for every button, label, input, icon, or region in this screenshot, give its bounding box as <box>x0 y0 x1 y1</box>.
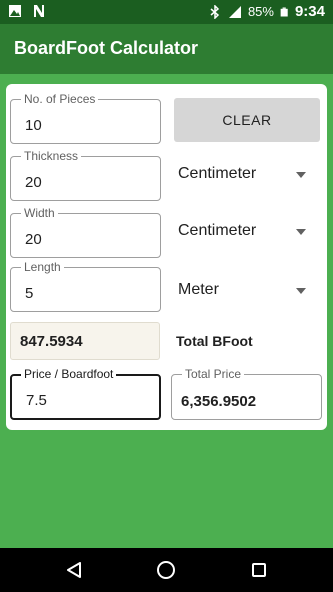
pieces-value: 10 <box>25 117 42 134</box>
thickness-unit-value: Centimeter <box>178 165 257 182</box>
clear-button[interactable]: CLEAR <box>174 98 320 142</box>
total-price-label: Total Price <box>182 367 245 381</box>
image-icon <box>9 5 21 17</box>
dropdown-arrow-icon <box>296 288 306 294</box>
total-bfoot-output: 847.5934 <box>10 322 160 360</box>
navigation-bar <box>0 548 333 592</box>
length-label: Length <box>21 260 64 274</box>
app-bar: BoardFoot Calculator <box>0 24 333 74</box>
total-price-field: Total Price 6,356.9502 <box>171 367 322 420</box>
bluetooth-icon <box>210 4 220 19</box>
width-field[interactable]: Width 20 <box>10 206 161 258</box>
status-bar: 85% 9:34 <box>0 0 333 24</box>
app-title: BoardFoot Calculator <box>14 38 199 58</box>
thickness-unit-select[interactable]: Centimeter <box>178 160 314 190</box>
home-icon[interactable] <box>157 561 175 579</box>
dropdown-arrow-icon <box>296 229 306 235</box>
back-icon[interactable] <box>66 562 82 578</box>
total-bfoot-label: Total BFoot <box>176 333 253 349</box>
price-label: Price / Boardfoot <box>21 367 117 381</box>
status-time: 9:34 <box>294 3 325 20</box>
recents-icon[interactable] <box>252 563 266 577</box>
battery-percent: 85% <box>247 4 274 19</box>
length-value: 5 <box>25 285 34 302</box>
n-notification-icon <box>34 5 44 17</box>
total-price-value: 6,356.9502 <box>181 393 257 410</box>
length-unit-value: Meter <box>178 281 219 298</box>
price-field[interactable]: Price / Boardfoot 7.5 <box>10 367 161 420</box>
length-field[interactable]: Length 5 <box>10 260 161 312</box>
total-bfoot-value: 847.5934 <box>20 333 83 350</box>
price-value: 7.5 <box>26 392 47 409</box>
width-unit-select[interactable]: Centimeter <box>178 217 314 247</box>
dropdown-arrow-icon <box>296 172 306 178</box>
length-unit-select[interactable]: Meter <box>178 276 314 306</box>
width-value: 20 <box>25 231 42 248</box>
pieces-field[interactable]: No. of Pieces 10 <box>10 92 161 144</box>
signal-icon <box>228 5 241 18</box>
thickness-field[interactable]: Thickness 20 <box>10 149 161 201</box>
thickness-value: 20 <box>25 174 42 191</box>
width-unit-value: Centimeter <box>178 222 257 239</box>
battery-icon <box>280 7 288 16</box>
pieces-label: No. of Pieces <box>21 92 99 106</box>
thickness-label: Thickness <box>21 149 82 163</box>
width-label: Width <box>21 206 58 220</box>
